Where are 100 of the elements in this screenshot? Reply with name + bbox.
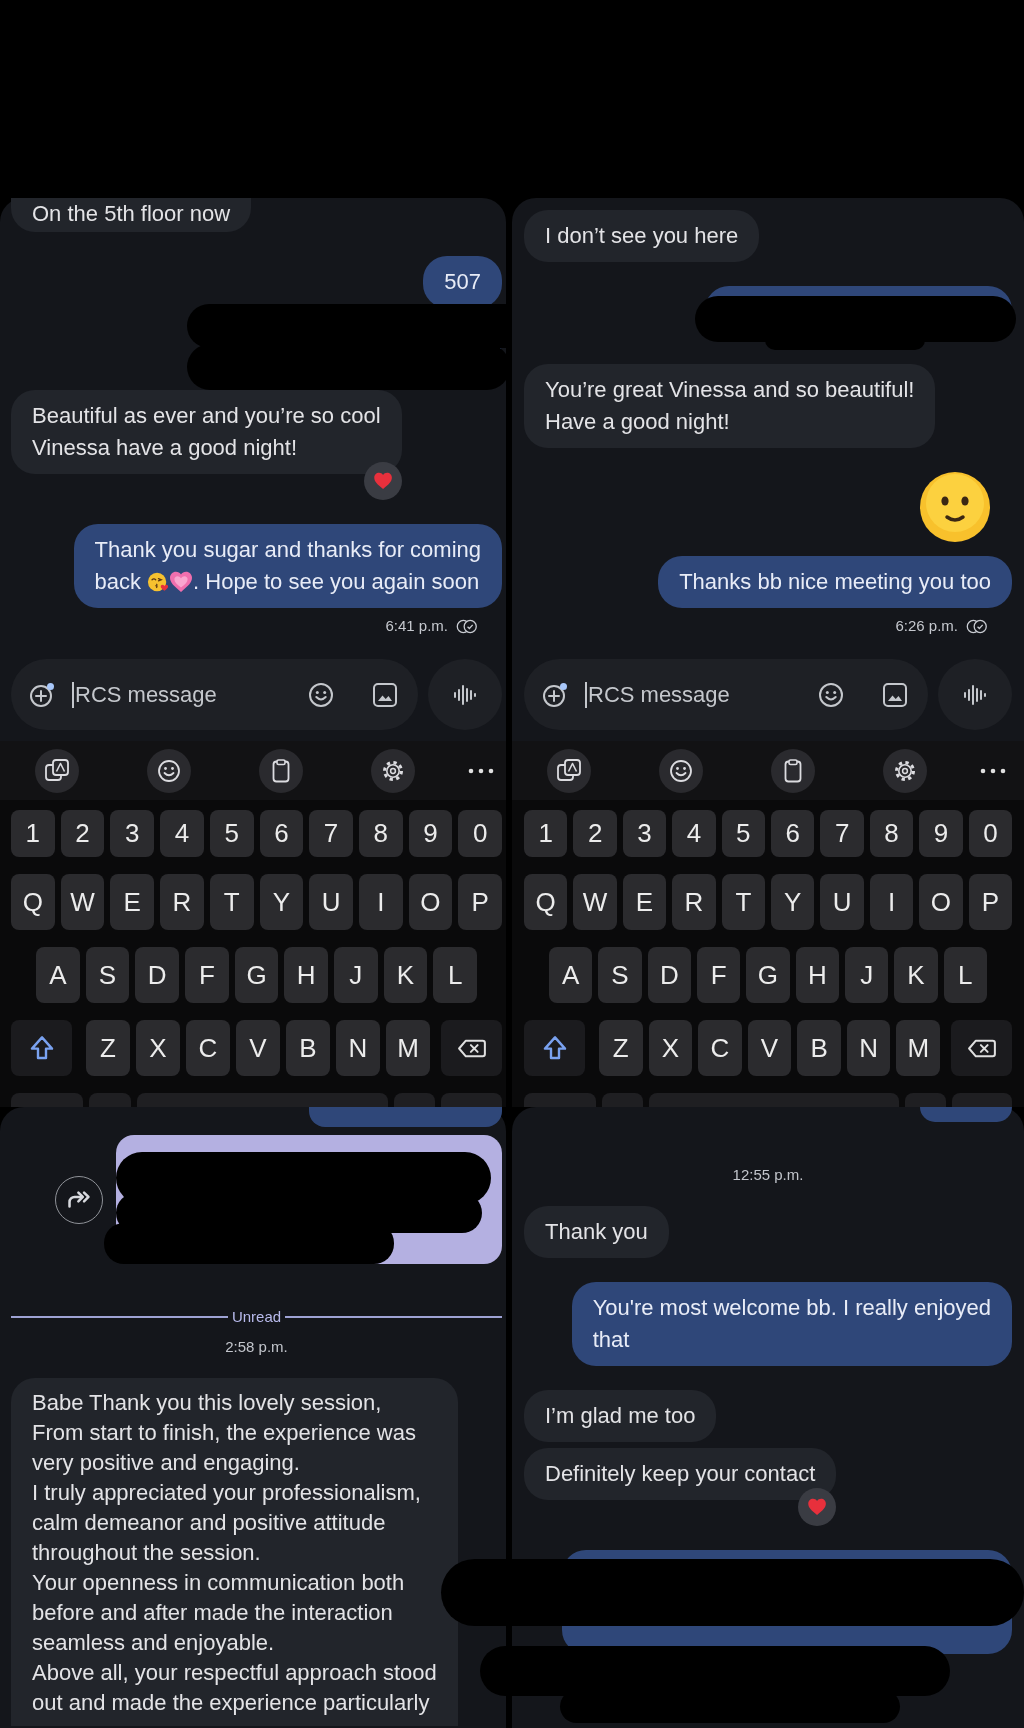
keyboard-key[interactable]: H — [795, 947, 839, 1003]
keyboard-key[interactable]: Z — [599, 1020, 643, 1076]
keyboard-key[interactable]: X — [648, 1020, 693, 1076]
keyboard-key[interactable]: S — [598, 947, 642, 1003]
clipboard-icon[interactable] — [771, 748, 815, 793]
keyboard-key[interactable]: K — [383, 947, 428, 1003]
keyboard-key[interactable]: 8 — [869, 810, 914, 857]
message-text: . Hope to see you again soon — [193, 568, 480, 596]
keyboard-key[interactable]: N — [336, 1020, 380, 1076]
keyboard-key[interactable]: Z — [86, 1020, 130, 1076]
keyboard-key[interactable]: F — [185, 947, 229, 1003]
keyboard-key[interactable]: C — [186, 1020, 230, 1076]
keyboard-key[interactable]: 8 — [358, 810, 403, 857]
smiley-icon[interactable] — [308, 681, 334, 708]
keyboard-key[interactable]: V — [236, 1020, 280, 1076]
keyboard-key[interactable]: 1 — [524, 810, 568, 857]
image-icon[interactable] — [372, 681, 398, 708]
keyboard-key[interactable]: T — [209, 874, 254, 930]
smiley-icon[interactable] — [147, 748, 191, 793]
keyboard-key[interactable]: Y — [771, 874, 815, 930]
check-circles-icon — [456, 618, 478, 634]
keyboard-key[interactable]: Q — [11, 874, 55, 930]
keyboard-key[interactable]: 0 — [968, 810, 1013, 857]
keyboard-key[interactable]: K — [894, 947, 938, 1003]
keyboard-key[interactable]: T — [721, 874, 766, 930]
keyboard-key[interactable]: A — [36, 947, 80, 1003]
settings-icon[interactable] — [883, 748, 927, 793]
more-dots-icon[interactable] — [978, 766, 1008, 775]
add-icon[interactable] — [542, 681, 568, 708]
smiley-icon[interactable] — [659, 748, 703, 793]
smiley-icon[interactable] — [818, 681, 844, 708]
keyboard-key[interactable]: O — [408, 874, 453, 930]
message-input-field[interactable]: RCS message — [524, 659, 928, 730]
keyboard-key[interactable]: 3 — [622, 810, 667, 857]
message-input-field[interactable]: RCS message — [11, 659, 418, 730]
keyboard-key[interactable]: D — [647, 947, 691, 1003]
keyboard-key[interactable]: U — [309, 874, 353, 930]
keyboard-key[interactable]: D — [135, 947, 179, 1003]
backspace-key[interactable] — [951, 1020, 1013, 1076]
shift-key[interactable] — [11, 1020, 72, 1076]
keyboard-key[interactable]: 0 — [458, 810, 503, 857]
keyboard-key[interactable]: 7 — [309, 810, 353, 857]
keyboard-key[interactable]: H — [284, 947, 329, 1003]
keyboard-key[interactable]: J — [334, 947, 378, 1003]
keyboard-key[interactable]: M — [896, 1020, 941, 1076]
keyboard-key[interactable]: J — [844, 947, 889, 1003]
keyboard-key[interactable]: Q — [524, 874, 568, 930]
keyboard-key[interactable]: B — [286, 1020, 330, 1076]
keyboard-key[interactable]: W — [573, 874, 617, 930]
keyboard-key[interactable]: Y — [259, 874, 304, 930]
keyboard-key[interactable]: B — [797, 1020, 841, 1076]
keyboard-key[interactable]: I — [358, 874, 403, 930]
keyboard-key[interactable]: O — [919, 874, 963, 930]
keyboard-key[interactable]: P — [458, 874, 503, 930]
backspace-key[interactable] — [441, 1020, 502, 1076]
keyboard-key[interactable]: P — [968, 874, 1013, 930]
keyboard-key[interactable]: F — [697, 947, 741, 1003]
keyboard-key[interactable]: 2 — [573, 810, 617, 857]
keyboard-key[interactable]: G — [746, 947, 790, 1003]
add-icon[interactable] — [29, 681, 55, 708]
keyboard-key[interactable]: X — [136, 1020, 180, 1076]
keyboard-key[interactable]: 9 — [919, 810, 963, 857]
keyboard-key[interactable]: E — [622, 874, 667, 930]
keyboard-key[interactable]: M — [386, 1020, 430, 1076]
settings-icon[interactable] — [371, 748, 415, 793]
keyboard-key[interactable]: 6 — [259, 810, 304, 857]
image-icon[interactable] — [882, 681, 908, 708]
keyboard-key[interactable]: 3 — [110, 810, 155, 857]
clipboard-icon[interactable] — [259, 748, 303, 793]
keyboard-key[interactable]: 1 — [11, 810, 55, 857]
keyboard-key[interactable]: 5 — [209, 810, 254, 857]
message-input[interactable]: RCS message — [74, 677, 308, 712]
keyboard-key[interactable]: 9 — [408, 810, 453, 857]
keyboard-key[interactable]: G — [234, 947, 279, 1003]
more-dots-icon[interactable] — [466, 766, 496, 775]
keyboard-key[interactable]: 2 — [60, 810, 105, 857]
keyboard-key[interactable]: R — [160, 874, 204, 930]
keyboard-key[interactable]: I — [869, 874, 914, 930]
keyboard-key[interactable]: W — [60, 874, 105, 930]
keyboard-key[interactable]: C — [698, 1020, 742, 1076]
keyboard-key[interactable]: V — [747, 1020, 792, 1076]
message-time: 6:26 p.m. — [895, 617, 958, 635]
keyboard-key[interactable]: S — [85, 947, 130, 1003]
keyboard-key[interactable]: U — [820, 874, 864, 930]
keyboard-key[interactable]: 7 — [820, 810, 864, 857]
keyboard-key[interactable]: L — [943, 947, 987, 1003]
keyboard-key[interactable]: N — [846, 1020, 891, 1076]
keyboard-key[interactable]: 5 — [721, 810, 766, 857]
keyboard-key[interactable]: L — [433, 947, 478, 1003]
keyboard-key[interactable]: A — [549, 947, 593, 1003]
keyboard-key[interactable]: 6 — [771, 810, 815, 857]
message-input[interactable]: RCS message — [587, 677, 818, 712]
keyboard-key[interactable]: 4 — [672, 810, 716, 857]
overlapping-squares-icon[interactable] — [547, 748, 591, 793]
keyboard-key[interactable]: 4 — [160, 810, 204, 857]
keyboard-key[interactable]: R — [672, 874, 716, 930]
overlapping-squares-icon[interactable] — [35, 748, 79, 793]
shift-key[interactable] — [524, 1020, 585, 1076]
heart-emoji-icon — [170, 571, 193, 593]
keyboard-key[interactable]: E — [110, 874, 155, 930]
